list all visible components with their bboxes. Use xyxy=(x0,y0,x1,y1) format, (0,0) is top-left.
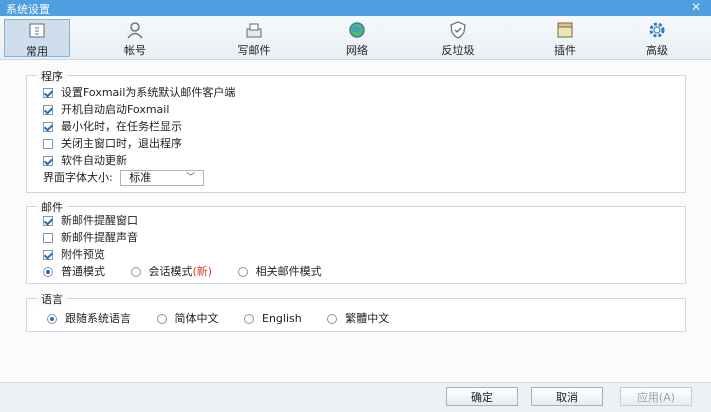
tab-label: 帐号 xyxy=(124,44,146,57)
cancel-button[interactable]: 取消 xyxy=(531,387,603,406)
radio-traditional-chinese[interactable]: 繁體中文 xyxy=(327,312,389,325)
tab-compose[interactable]: 写邮件 xyxy=(221,19,287,57)
radio-dot[interactable] xyxy=(244,314,254,324)
dialog-footer: 确定 取消 应用(A) xyxy=(0,382,711,412)
checkbox-default-client[interactable] xyxy=(43,88,53,98)
title-bar: 系统设置 ✕ xyxy=(0,0,711,16)
checkbox-new-mail-sound[interactable] xyxy=(43,233,53,243)
font-size-label: 界面字体大小: xyxy=(43,171,113,184)
radio-dot[interactable] xyxy=(43,267,53,277)
option-label: 开机自动启动Foxmail xyxy=(61,103,170,116)
option-label: 最小化时，在任务栏显示 xyxy=(61,120,182,133)
radio-normal-mode[interactable]: 普通模式 xyxy=(43,265,105,278)
checkbox-minimize-taskbar[interactable] xyxy=(43,122,53,132)
option-label: 关闭主窗口时，退出程序 xyxy=(61,137,182,150)
settings-tab-bar: 常用 帐号 写邮件 网络 反垃圾 插件 高级 xyxy=(0,16,711,60)
mail-mode-row: 普通模式 会话模式(新) 相关邮件模式 xyxy=(43,264,344,280)
radio-dot[interactable] xyxy=(156,314,167,324)
window-title: 系统设置 xyxy=(6,3,50,16)
option-close-exit[interactable]: 关闭主窗口时，退出程序 xyxy=(43,136,182,152)
antispam-icon xyxy=(425,21,491,41)
option-label: 繁體中文 xyxy=(345,312,390,325)
option-label: 新邮件提醒窗口 xyxy=(61,214,138,227)
tab-network[interactable]: 网络 xyxy=(324,19,390,57)
tab-label: 写邮件 xyxy=(237,44,271,57)
close-icon[interactable]: ✕ xyxy=(691,0,701,14)
radio-follow-system[interactable]: 跟随系统语言 xyxy=(47,312,131,325)
radio-dot[interactable] xyxy=(47,314,57,324)
radio-dot[interactable] xyxy=(327,314,338,324)
tab-advanced[interactable]: 高级 xyxy=(624,19,690,57)
new-badge: (新) xyxy=(192,265,213,278)
font-size-value: 标准 xyxy=(129,171,152,184)
advanced-icon xyxy=(624,21,690,41)
ok-button[interactable]: 确定 xyxy=(446,387,518,406)
checkbox-attachment-preview[interactable] xyxy=(43,250,53,260)
apply-button[interactable]: 应用(A) xyxy=(620,387,692,406)
option-attachment-preview[interactable]: 附件预览 xyxy=(43,247,105,263)
radio-dot[interactable] xyxy=(237,267,248,277)
radio-conversation-mode[interactable]: 会话模式(新) xyxy=(130,265,213,278)
tab-plugin[interactable]: 插件 xyxy=(532,19,598,57)
checkbox-close-exit[interactable] xyxy=(43,139,53,149)
group-title: 语言 xyxy=(37,291,67,307)
option-label: English xyxy=(262,312,302,325)
option-label: 附件预览 xyxy=(61,248,105,261)
option-label: 会话模式 xyxy=(148,265,193,278)
tab-antispam[interactable]: 反垃圾 xyxy=(425,19,491,57)
plugin-icon xyxy=(532,21,598,41)
radio-simplified-chinese[interactable]: 简体中文 xyxy=(156,312,219,325)
group-title: 程序 xyxy=(37,68,67,84)
font-size-row: 界面字体大小: 标准 ﹀ xyxy=(43,170,205,186)
tab-label: 插件 xyxy=(554,44,576,57)
option-label: 相关邮件模式 xyxy=(255,265,322,278)
option-label: 跟随系统语言 xyxy=(65,312,131,325)
option-new-mail-sound[interactable]: 新邮件提醒声音 xyxy=(43,230,138,246)
tab-account[interactable]: 帐号 xyxy=(102,19,168,57)
compose-icon xyxy=(221,21,287,41)
option-label: 简体中文 xyxy=(174,312,219,325)
option-minimize-taskbar[interactable]: 最小化时，在任务栏显示 xyxy=(43,119,182,135)
tab-label: 网络 xyxy=(346,44,368,57)
general-icon xyxy=(5,22,69,42)
option-label: 新邮件提醒声音 xyxy=(61,231,138,244)
tab-general[interactable]: 常用 xyxy=(4,19,70,58)
option-default-client[interactable]: 设置Foxmail为系统默认邮件客户端 xyxy=(43,85,235,101)
tab-label: 反垃圾 xyxy=(441,44,475,57)
chevron-down-icon: ﹀ xyxy=(186,173,196,183)
checkbox-new-mail-popup[interactable] xyxy=(43,216,53,226)
network-icon xyxy=(324,21,390,41)
radio-english[interactable]: English xyxy=(244,312,302,325)
tab-label: 常用 xyxy=(26,45,48,58)
option-new-mail-popup[interactable]: 新邮件提醒窗口 xyxy=(43,213,138,229)
option-label: 设置Foxmail为系统默认邮件客户端 xyxy=(61,86,236,99)
checkbox-auto-update[interactable] xyxy=(43,156,53,166)
option-label: 软件自动更新 xyxy=(61,154,127,167)
radio-dot[interactable] xyxy=(130,267,141,277)
tab-label: 高级 xyxy=(646,44,668,57)
radio-related-mode[interactable]: 相关邮件模式 xyxy=(237,265,322,278)
option-auto-update[interactable]: 软件自动更新 xyxy=(43,153,127,169)
language-row: 跟随系统语言 简体中文 English 繁體中文 xyxy=(47,311,411,327)
option-label: 普通模式 xyxy=(61,265,105,278)
checkbox-autostart[interactable] xyxy=(43,105,53,115)
settings-content: 程序 设置Foxmail为系统默认邮件客户端 开机自动启动Foxmail 最小化… xyxy=(0,60,711,382)
font-size-select[interactable]: 标准 ﹀ xyxy=(120,170,205,186)
option-autostart[interactable]: 开机自动启动Foxmail xyxy=(43,102,169,118)
account-icon xyxy=(102,21,168,41)
